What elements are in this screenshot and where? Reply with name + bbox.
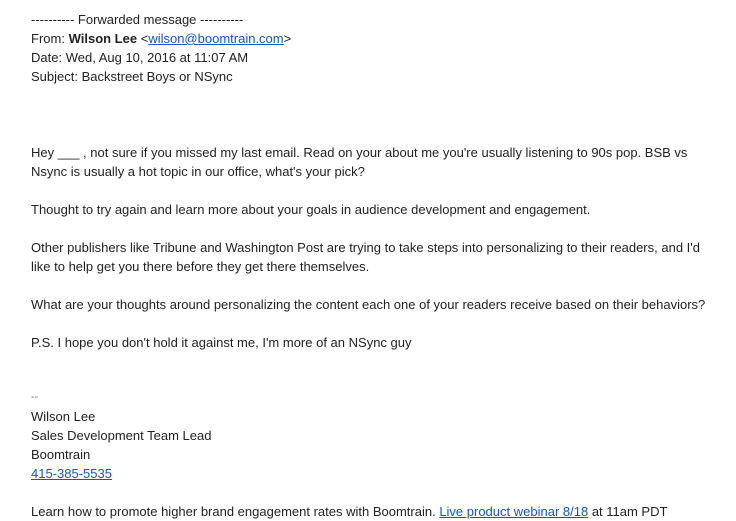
- body-paragraph-question: What are your thoughts around personaliz…: [31, 297, 706, 312]
- subject-value: Backstreet Boys or NSync: [81, 69, 233, 84]
- date-line: Date: Wed, Aug 10, 2016 at 11:07 AM: [31, 48, 721, 67]
- forwarded-header: ---------- Forwarded message ---------- …: [31, 10, 721, 86]
- signature: -- Wilson Lee Sales Development Team Lea…: [31, 388, 721, 483]
- footer-line: Learn how to promote higher brand engage…: [31, 502, 721, 521]
- webinar-link[interactable]: Live product webinar 8/18: [439, 504, 588, 519]
- signature-name: Wilson Lee: [31, 409, 96, 424]
- from-line: From: Wilson Lee <wilson@boomtrain.com>: [31, 29, 721, 48]
- date-label: Date:: [31, 50, 63, 65]
- signature-title: Sales Development Team Lead: [31, 428, 212, 443]
- body-paragraph-publishers: Other publishers like Tribune and Washin…: [31, 240, 700, 274]
- from-label: From:: [31, 31, 65, 46]
- email-bracket-close: >: [283, 31, 292, 46]
- signature-dash: --: [31, 391, 39, 403]
- body-paragraph-goals: Thought to try again and learn more abou…: [31, 202, 591, 217]
- signature-spacer: [31, 371, 721, 388]
- sender-name: Wilson Lee: [68, 31, 138, 46]
- email-message: ---------- Forwarded message ---------- …: [31, 10, 721, 521]
- footer-text-after: at 11am PDT: [591, 504, 668, 519]
- body-paragraph-ps: P.S. I hope you don't hold it against me…: [31, 335, 412, 350]
- footer-spacer: [31, 483, 721, 502]
- header-spacer: [31, 86, 721, 143]
- date-value: Wed, Aug 10, 2016 at 11:07 AM: [65, 50, 249, 65]
- subject-label: Subject:: [31, 69, 78, 84]
- forward-separator: ---------- Forwarded message ----------: [31, 12, 244, 27]
- sender-email-link[interactable]: wilson@boomtrain.com: [148, 31, 283, 46]
- footer-text-before: Learn how to promote higher brand engage…: [31, 504, 436, 519]
- body-paragraph-greeting: Hey ___ , not sure if you missed my last…: [31, 145, 688, 179]
- email-body: Hey ___ , not sure if you missed my last…: [31, 143, 721, 352]
- signature-company: Boomtrain: [31, 447, 91, 462]
- subject-line: Subject: Backstreet Boys or NSync: [31, 67, 721, 86]
- signature-phone-link[interactable]: 415-385-5535: [31, 466, 112, 481]
